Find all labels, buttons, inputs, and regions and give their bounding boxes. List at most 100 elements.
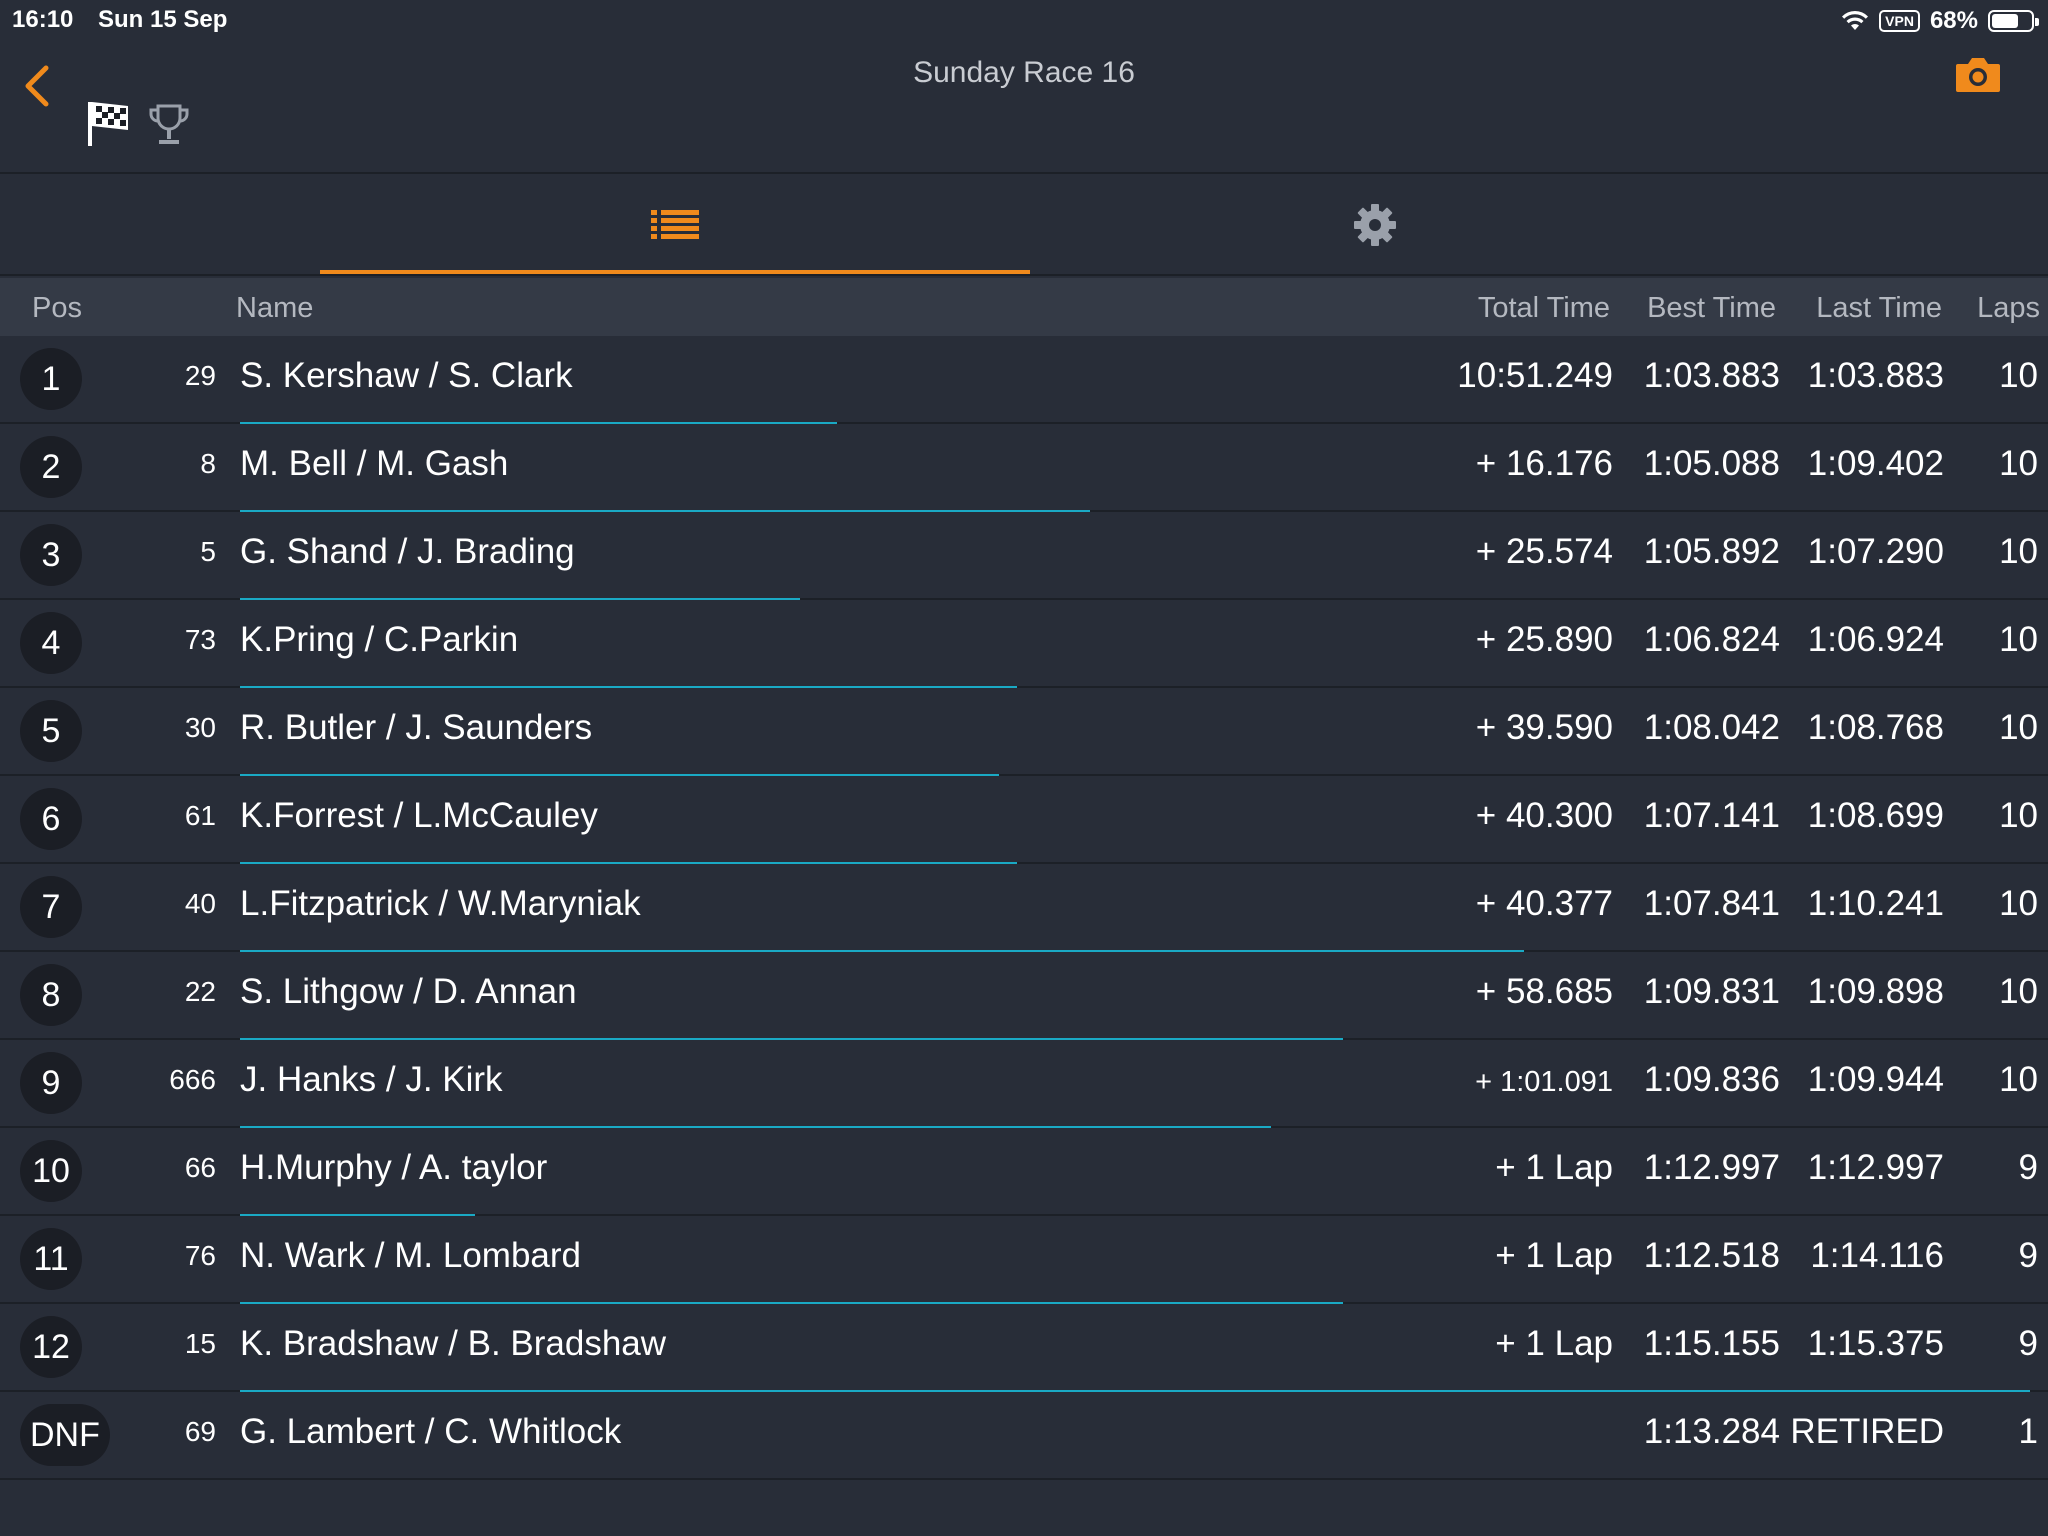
total-time: + 1 Lap [1495, 1324, 1613, 1363]
wifi-icon [1842, 10, 1869, 30]
last-lap-time: 1:09.944 [1807, 1060, 1944, 1099]
header-best-time[interactable]: Best Time [1647, 292, 1776, 325]
header-laps[interactable]: Laps [1977, 292, 2040, 325]
total-time: + 40.300 [1475, 796, 1613, 835]
tab-bar [0, 176, 2048, 276]
last-lap-time: RETIRED [1790, 1412, 1944, 1451]
results-table-header: Pos Name Total Time Best Time Last Time … [0, 278, 2048, 336]
laps-count: 10 [1999, 796, 2038, 835]
table-row[interactable]: 8 22 S. Lithgow / D. Annan + 58.685 1:09.831… [0, 952, 2048, 1040]
driver-names: H.Murphy / A. taylor [240, 1148, 548, 1187]
header-name[interactable]: Name [236, 292, 313, 325]
header-pos[interactable]: Pos [32, 292, 82, 325]
best-lap-time: 1:09.836 [1643, 1060, 1780, 1099]
header-last-time[interactable]: Last Time [1816, 292, 1942, 325]
car-number: 66 [184, 1152, 216, 1183]
position-badge: 4 [20, 612, 82, 674]
checkered-flag-icon[interactable] [86, 98, 132, 148]
battery-icon [1988, 10, 2039, 32]
tab-results-list[interactable] [320, 176, 1030, 274]
table-row[interactable]: 6 61 K.Forrest / L.McCauley + 40.300 1:07.14… [0, 776, 2048, 864]
table-row[interactable]: 1 29 S. Kershaw / S. Clark 10:51.249 1:03.88… [0, 336, 2048, 424]
driver-names: K.Pring / C.Parkin [240, 620, 519, 659]
last-lap-time: 1:08.699 [1807, 796, 1944, 835]
best-lap-time: 1:05.088 [1643, 444, 1780, 483]
position-badge: 6 [20, 788, 82, 850]
last-lap-time: 1:03.883 [1807, 356, 1944, 395]
total-time: + 39.590 [1475, 708, 1613, 747]
driver-names: L.Fitzpatrick / W.Maryniak [240, 884, 641, 923]
page-title: Sunday Race 16 [913, 56, 1135, 89]
camera-button[interactable] [1954, 54, 2002, 98]
car-number: 40 [184, 888, 216, 919]
table-row[interactable]: DNF 69 G. Lambert / C. Whitlock 1:13.284 RET… [0, 1392, 2048, 1480]
best-lap-time: 1:08.042 [1643, 708, 1780, 747]
last-lap-time: 1:10.241 [1807, 884, 1944, 923]
driver-names: G. Shand / J. Brading [240, 532, 575, 571]
car-number: 61 [184, 800, 216, 831]
position-badge: 10 [20, 1140, 82, 1202]
position-badge: 1 [20, 348, 82, 410]
driver-names: S. Kershaw / S. Clark [240, 356, 573, 395]
header-total-time[interactable]: Total Time [1478, 292, 1610, 325]
last-lap-time: 1:08.768 [1807, 708, 1944, 747]
battery-tip [2035, 18, 2039, 26]
laps-count: 9 [2018, 1148, 2038, 1187]
driver-names: N. Wark / M. Lombard [240, 1236, 581, 1275]
best-lap-time: 1:03.883 [1643, 356, 1780, 395]
laps-count: 10 [1999, 356, 2038, 395]
table-row[interactable]: 11 76 N. Wark / M. Lombard + 1 Lap 1:12.518 1… [0, 1216, 2048, 1304]
position-badge: 12 [20, 1316, 82, 1378]
total-time: 10:51.249 [1457, 356, 1613, 395]
car-number: 5 [200, 536, 216, 567]
laps-count: 10 [1999, 532, 2038, 571]
best-lap-time: 1:06.824 [1643, 620, 1780, 659]
position-badge: 2 [20, 436, 82, 498]
table-row[interactable]: 7 40 L.Fitzpatrick / W.Maryniak + 40.377 1:0… [0, 864, 2048, 952]
position-badge: DNF [20, 1404, 110, 1466]
trophy-icon[interactable] [148, 102, 190, 148]
best-lap-time: 1:07.841 [1643, 884, 1780, 923]
results-table-body: 1 29 S. Kershaw / S. Clark 10:51.249 1:03.88… [0, 336, 2048, 1480]
car-number: 666 [169, 1064, 216, 1095]
position-badge: 5 [20, 700, 82, 762]
total-time: + 1 Lap [1495, 1148, 1613, 1187]
laps-count: 10 [1999, 1060, 2038, 1099]
last-lap-time: 1:09.898 [1807, 972, 1944, 1011]
total-time: + 25.890 [1475, 620, 1613, 659]
driver-names: J. Hanks / J. Kirk [240, 1060, 503, 1099]
laps-count: 10 [1999, 620, 2038, 659]
laps-count: 10 [1999, 884, 2038, 923]
table-row[interactable]: 4 73 K.Pring / C.Parkin + 25.890 1:06.824 1:0… [0, 600, 2048, 688]
gear-icon [1354, 204, 1396, 246]
table-row[interactable]: 12 15 K. Bradshaw / B. Bradshaw + 1 Lap 1:15… [0, 1304, 2048, 1392]
laps-count: 1 [2018, 1412, 2038, 1451]
total-time: + 40.377 [1475, 884, 1613, 923]
status-time: 16:10 [12, 6, 74, 33]
status-indicators: VPN 68% [1841, 6, 2039, 36]
position-badge: 11 [20, 1228, 82, 1290]
laps-count: 9 [2018, 1324, 2038, 1363]
tab-settings[interactable] [1030, 176, 1720, 274]
last-lap-time: 1:09.402 [1807, 444, 1944, 483]
table-row[interactable]: 9 666 J. Hanks / J. Kirk + 1:01.091 1:09.836… [0, 1040, 2048, 1128]
laps-count: 10 [1999, 444, 2038, 483]
table-row[interactable]: 3 5 G. Shand / J. Brading + 25.574 1:05.892 1… [0, 512, 2048, 600]
position-badge: 8 [20, 964, 82, 1026]
driver-names: S. Lithgow / D. Annan [240, 972, 577, 1011]
car-number: 29 [184, 360, 216, 391]
table-row[interactable]: 5 30 R. Butler / J. Saunders + 39.590 1:08.0… [0, 688, 2048, 776]
best-lap-time: 1:07.141 [1643, 796, 1780, 835]
status-bar: 16:10 Sun 15 Sep VPN 68% [0, 0, 2048, 40]
table-row[interactable]: 10 66 H.Murphy / A. taylor + 1 Lap 1:12.997 1… [0, 1128, 2048, 1216]
car-number: 8 [200, 448, 216, 479]
best-lap-time: 1:09.831 [1643, 972, 1780, 1011]
car-number: 76 [184, 1240, 216, 1271]
camera-icon [1956, 58, 2000, 92]
position-badge: 3 [20, 524, 82, 586]
car-number: 73 [184, 624, 216, 655]
laps-count: 10 [1999, 708, 2038, 747]
driver-names: K.Forrest / L.McCauley [240, 796, 598, 835]
table-row[interactable]: 2 8 M. Bell / M. Gash + 16.176 1:05.088 1:09.… [0, 424, 2048, 512]
best-lap-time: 1:05.892 [1643, 532, 1780, 571]
